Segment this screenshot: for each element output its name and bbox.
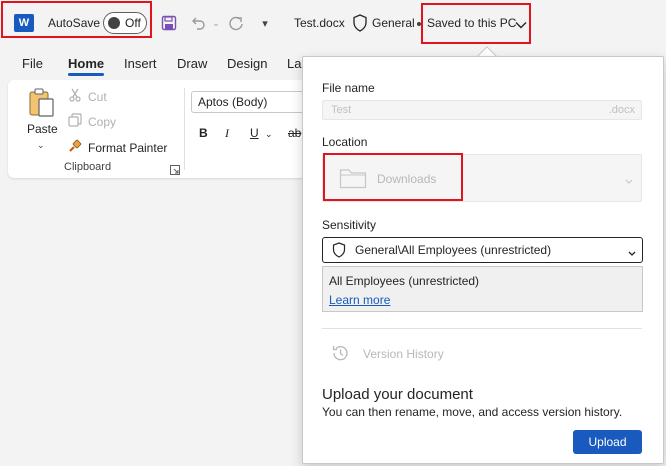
- tab-home[interactable]: Home: [68, 56, 104, 71]
- chevron-down-icon[interactable]: [515, 18, 527, 32]
- save-icon[interactable]: [158, 12, 180, 34]
- file-extension: .docx: [608, 104, 635, 116]
- cut-label: Cut: [88, 89, 107, 104]
- tab-draw[interactable]: Draw: [177, 56, 207, 71]
- paste-icon[interactable]: [28, 88, 56, 121]
- location-select[interactable]: Downloads: [322, 154, 642, 202]
- tab-file[interactable]: File: [22, 56, 43, 71]
- paste-options-chevron-icon[interactable]: ⌄: [37, 140, 45, 151]
- redo-icon[interactable]: [225, 12, 247, 34]
- sensitivity-select[interactable]: General\All Employees (unrestricted): [322, 237, 643, 263]
- undo-dropdown-chevron-icon[interactable]: ⌄: [205, 12, 227, 34]
- underline-button[interactable]: U: [250, 126, 259, 140]
- sensitivity-section-label: Sensitivity: [322, 218, 377, 232]
- font-name-input[interactable]: Aptos (Body): [191, 91, 309, 113]
- sensitivity-select-value: General\All Employees (unrestricted): [355, 243, 552, 257]
- location-label: Location: [322, 135, 368, 149]
- save-status-button[interactable]: Saved to this PC: [427, 16, 516, 30]
- upload-description: You can then rename, move, and access ve…: [322, 405, 623, 419]
- upload-title: Upload your document: [322, 386, 473, 403]
- shield-icon: [332, 242, 346, 261]
- file-name-field[interactable]: Test .docx: [322, 100, 642, 120]
- history-icon: [330, 343, 350, 366]
- paste-button[interactable]: Paste: [27, 122, 58, 136]
- chevron-down-icon: [628, 246, 636, 260]
- toggle-knob: [108, 17, 120, 29]
- autosave-toggle[interactable]: Off: [103, 12, 147, 34]
- tab-layout[interactable]: La: [287, 56, 301, 71]
- group-divider: [184, 88, 185, 170]
- format-painter-label: Format Painter: [88, 140, 168, 155]
- autosave-label: AutoSave: [48, 16, 101, 30]
- version-history-button[interactable]: Version History: [363, 347, 444, 361]
- customize-toolbar-icon[interactable]: ▾: [254, 12, 276, 34]
- cut-button[interactable]: Cut: [68, 88, 107, 105]
- location-value: Downloads: [377, 172, 437, 186]
- file-name-label: File name: [322, 81, 375, 95]
- bold-button[interactable]: B: [199, 126, 208, 140]
- tab-design[interactable]: Design: [227, 56, 267, 71]
- separator-dot: [417, 22, 421, 26]
- active-tab-indicator: [68, 73, 104, 76]
- sensitivity-description: All Employees (unrestricted): [329, 274, 480, 288]
- copy-button[interactable]: Copy: [68, 113, 116, 130]
- tab-insert[interactable]: Insert: [124, 56, 157, 71]
- panel-divider: [322, 328, 642, 329]
- learn-more-link[interactable]: Learn more: [329, 293, 390, 307]
- clipboard-group-label: Clipboard: [64, 161, 112, 173]
- title-bar: W AutoSave Off ⌄ ▾ Test.docx General Sav…: [0, 0, 666, 48]
- shield-icon: [352, 14, 368, 35]
- word-logo-icon: W: [14, 14, 34, 32]
- document-name[interactable]: Test.docx: [294, 16, 345, 30]
- scissors-icon: [68, 88, 82, 105]
- sensitivity-description-box: All Employees (unrestricted) Learn more: [322, 266, 643, 312]
- strikethrough-button[interactable]: ab: [288, 126, 301, 140]
- chevron-down-icon: [625, 174, 633, 188]
- italic-button[interactable]: I: [225, 126, 229, 141]
- dialog-launcher-icon[interactable]: [170, 164, 180, 178]
- copy-icon: [68, 113, 82, 130]
- underline-dropdown-chevron-icon[interactable]: ⌄: [265, 129, 273, 140]
- autosave-state: Off: [125, 16, 141, 30]
- upload-button[interactable]: Upload: [573, 430, 642, 454]
- paintbrush-icon: [68, 139, 82, 156]
- copy-label: Copy: [88, 114, 117, 129]
- sensitivity-label[interactable]: General: [372, 16, 415, 30]
- format-painter-button[interactable]: Format Painter: [68, 139, 167, 156]
- folder-icon: [339, 167, 367, 192]
- file-name-value: Test: [331, 104, 352, 116]
